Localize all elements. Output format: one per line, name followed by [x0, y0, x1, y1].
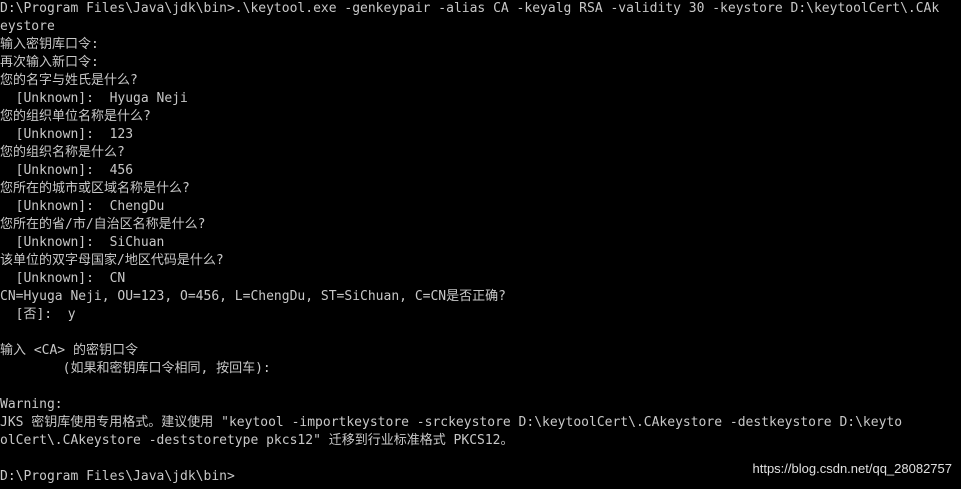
- console-line: [Unknown]: 123: [0, 127, 134, 142]
- console-line: 输入 <CA> 的密钥口令: [0, 343, 138, 358]
- console-line: [Unknown]: Hyuga Neji: [0, 91, 188, 106]
- console-line: 您的名字与姓氏是什么?: [0, 73, 138, 88]
- console-line: 您的组织单位名称是什么?: [0, 109, 151, 124]
- console-line: Warning:: [0, 397, 63, 412]
- console-window[interactable]: D:\Program Files\Java\jdk\bin>.\keytool.…: [0, 0, 961, 489]
- console-line: [Unknown]: CN: [0, 271, 126, 286]
- console-line: CN=Hyuga Neji, OU=123, O=456, L=ChengDu,…: [0, 289, 506, 304]
- console-line: 您所在的城市或区域名称是什么?: [0, 181, 190, 196]
- console-line: eystore: [0, 19, 55, 34]
- console-line: [否]: y: [0, 307, 76, 322]
- console-line: 再次输入新口令:: [0, 55, 99, 70]
- watermark-text: https://blog.csdn.net/qq_28082757: [752, 461, 953, 476]
- console-line: JKS 密钥库使用专用格式。建议使用 "keytool -importkeyst…: [0, 415, 903, 430]
- console-line: 该单位的双字母国家/地区代码是什么?: [0, 253, 224, 268]
- console-line: 输入密钥库口令:: [0, 37, 99, 52]
- console-line: D:\Program Files\Java\jdk\bin>.\keytool.…: [0, 1, 940, 16]
- console-line: [Unknown]: 456: [0, 163, 134, 178]
- console-line: olCert\.CAkeystore -deststoretype pkcs12…: [0, 433, 514, 448]
- console-line: 您所在的省/市/自治区名称是什么?: [0, 217, 206, 232]
- console-line: 您的组织名称是什么?: [0, 145, 125, 160]
- console-line: (如果和密钥库口令相同, 按回车):: [0, 361, 271, 376]
- console-line: [Unknown]: ChengDu: [0, 199, 165, 214]
- console-line: [Unknown]: SiChuan: [0, 235, 165, 250]
